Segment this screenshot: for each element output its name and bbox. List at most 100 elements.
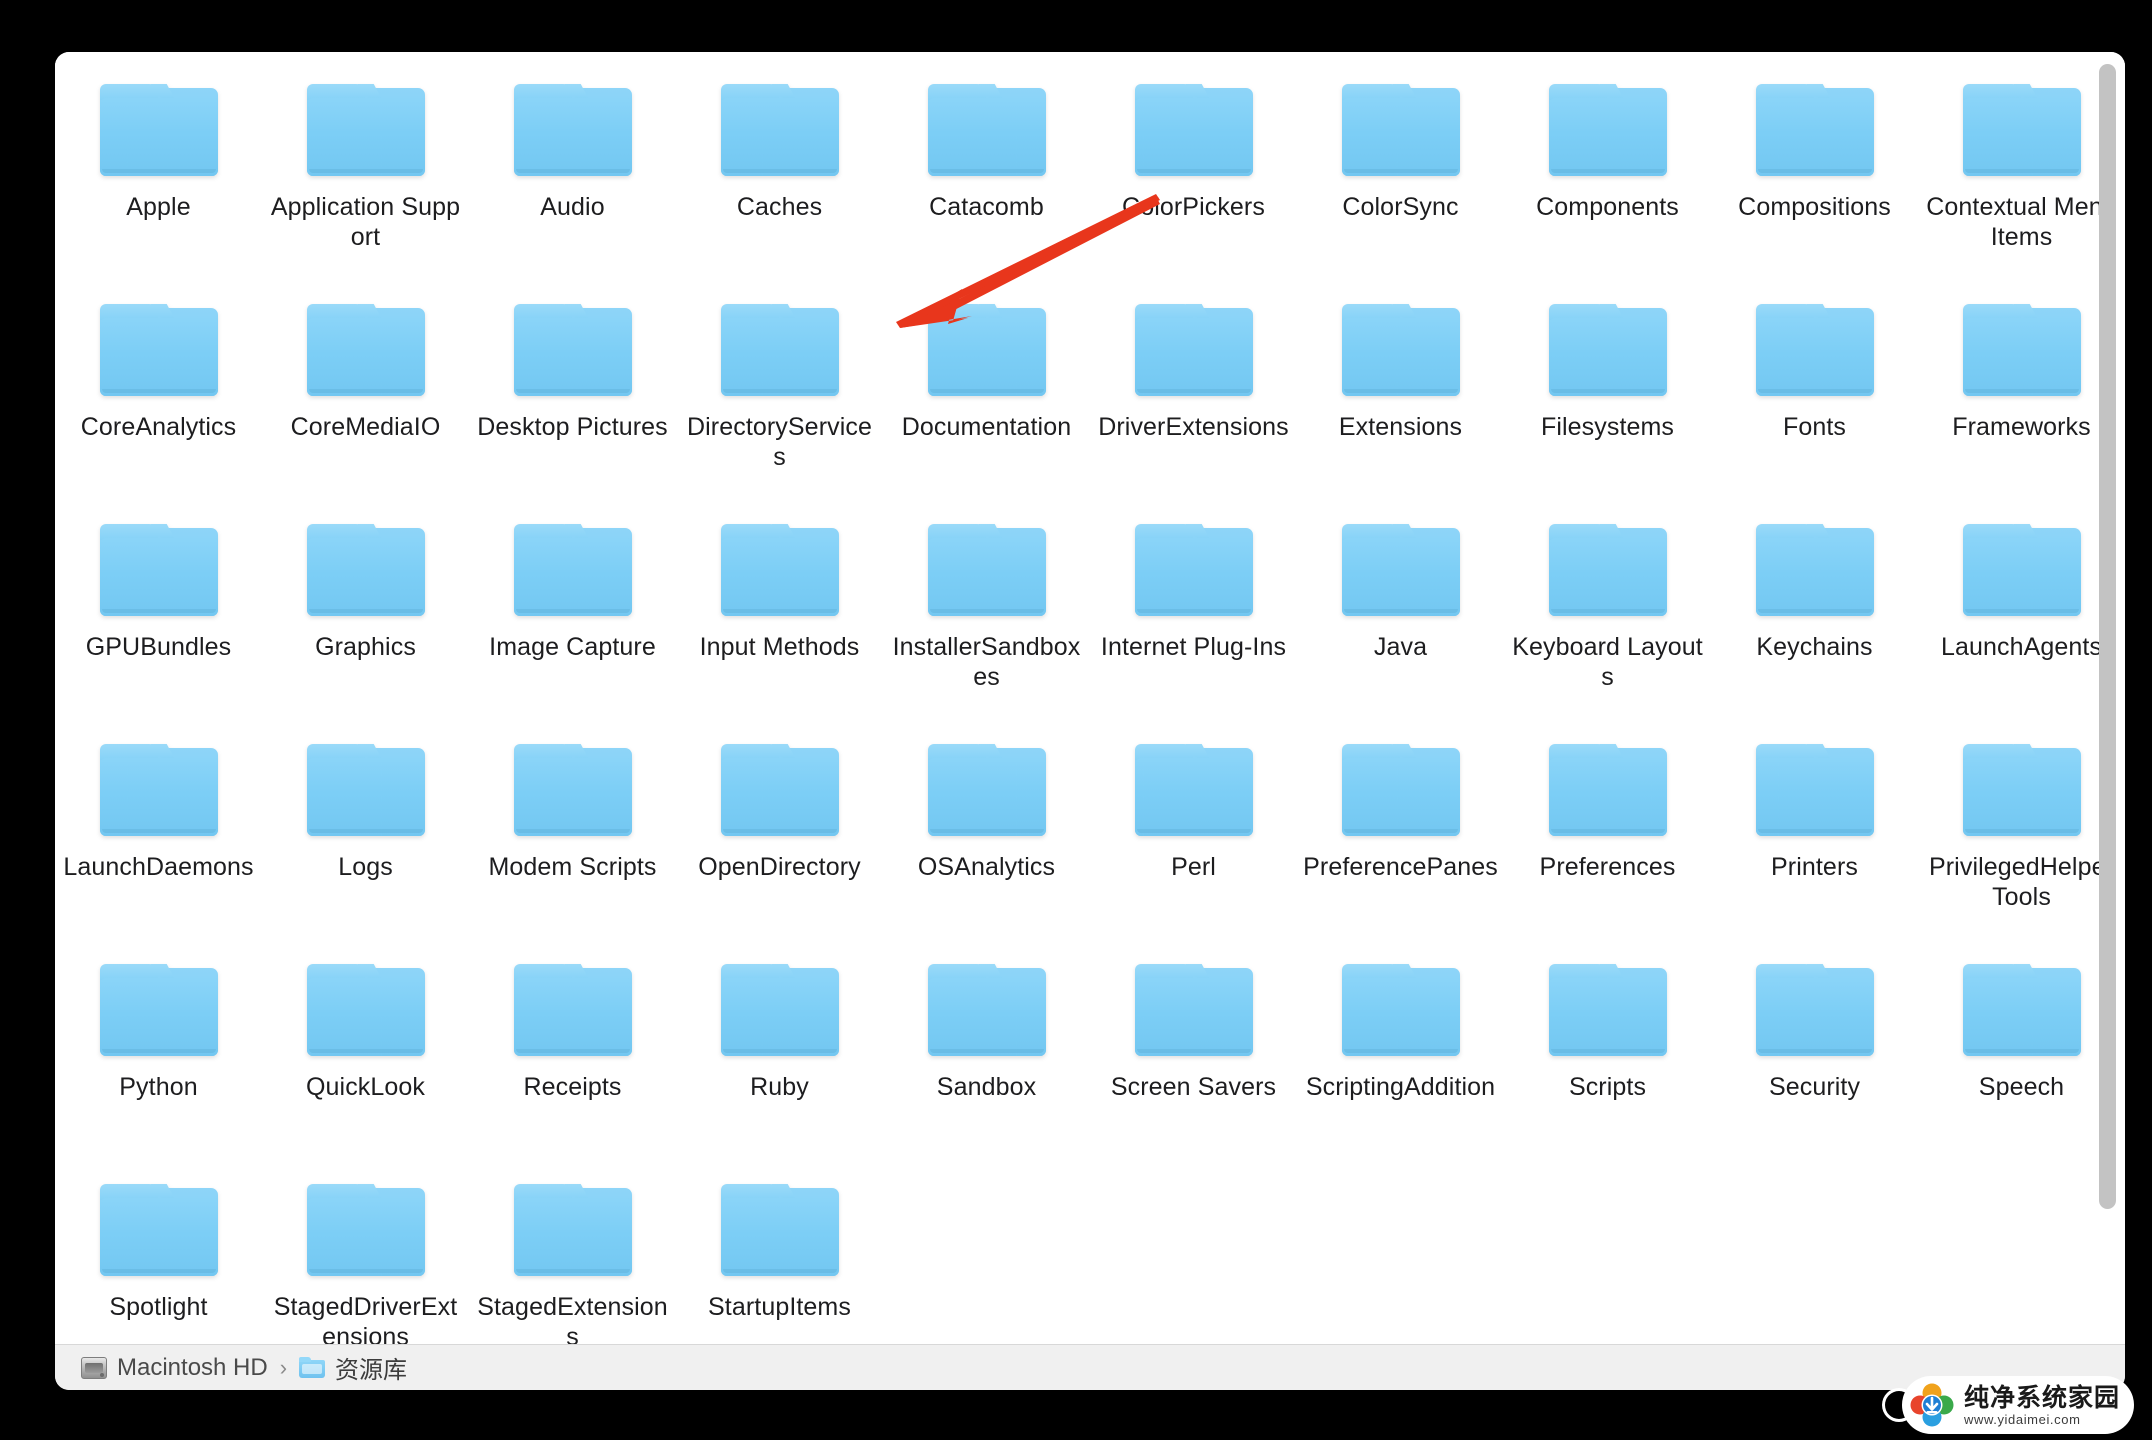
- folder-icon[interactable]: [513, 524, 632, 616]
- folder-icon[interactable]: [513, 84, 632, 176]
- folder-icon[interactable]: [1341, 744, 1460, 836]
- folder-item[interactable]: Modem Scripts: [469, 730, 676, 950]
- folder-item[interactable]: Preferences: [1504, 730, 1711, 950]
- folder-icon[interactable]: [306, 964, 425, 1056]
- folder-icon[interactable]: [1134, 524, 1253, 616]
- vertical-scrollbar-track[interactable]: [2099, 56, 2121, 1340]
- folder-item[interactable]: PreferencePanes: [1297, 730, 1504, 950]
- folder-item[interactable]: InstallerSandboxes: [883, 510, 1090, 730]
- folder-item[interactable]: Printers: [1711, 730, 1918, 950]
- folder-icon[interactable]: [99, 964, 218, 1056]
- folder-icon[interactable]: [720, 84, 839, 176]
- folder-icon[interactable]: [306, 84, 425, 176]
- folder-icon[interactable]: [1548, 524, 1667, 616]
- vertical-scrollbar-thumb[interactable]: [2099, 64, 2116, 1209]
- folder-icon[interactable]: [720, 744, 839, 836]
- folder-item[interactable]: Extensions: [1297, 290, 1504, 510]
- folder-item[interactable]: Receipts: [469, 950, 676, 1170]
- folder-icon[interactable]: [1134, 84, 1253, 176]
- breadcrumb-drive[interactable]: Macintosh HD: [117, 1354, 268, 1382]
- folder-icon[interactable]: [1755, 964, 1874, 1056]
- folder-item[interactable]: CoreAnalytics: [55, 290, 262, 510]
- folder-icon[interactable]: [1755, 524, 1874, 616]
- folder-icon[interactable]: [99, 744, 218, 836]
- folder-item[interactable]: GPUBundles: [55, 510, 262, 730]
- folder-icon[interactable]: [1962, 84, 2081, 176]
- folder-item[interactable]: Audio: [469, 70, 676, 290]
- breadcrumb-folder[interactable]: 资源库: [335, 1350, 407, 1385]
- folder-item[interactable]: DirectoryServices: [676, 290, 883, 510]
- folder-item[interactable]: Filesystems: [1504, 290, 1711, 510]
- folder-item[interactable]: Perl: [1090, 730, 1297, 950]
- folder-icon[interactable]: [1134, 744, 1253, 836]
- folder-icon[interactable]: [1755, 744, 1874, 836]
- folder-icon[interactable]: [306, 1184, 425, 1276]
- folder-item[interactable]: Components: [1504, 70, 1711, 290]
- folder-icon[interactable]: [1341, 304, 1460, 396]
- folder-icon[interactable]: [513, 304, 632, 396]
- folder-item[interactable]: Ruby: [676, 950, 883, 1170]
- folder-icon[interactable]: [927, 84, 1046, 176]
- folder-item[interactable]: Contextual Menu Items: [1918, 70, 2125, 290]
- folder-icon[interactable]: [306, 524, 425, 616]
- folder-item[interactable]: Desktop Pictures: [469, 290, 676, 510]
- folder-icon[interactable]: [720, 304, 839, 396]
- folder-item[interactable]: Application Support: [262, 70, 469, 290]
- folder-item[interactable]: Java: [1297, 510, 1504, 730]
- folder-item[interactable]: Internet Plug-Ins: [1090, 510, 1297, 730]
- folder-icon[interactable]: [1341, 524, 1460, 616]
- folder-icon[interactable]: [927, 744, 1046, 836]
- folder-icon[interactable]: [927, 964, 1046, 1056]
- folder-item[interactable]: Logs: [262, 730, 469, 950]
- folder-icon[interactable]: [1755, 304, 1874, 396]
- folder-item[interactable]: Screen Savers: [1090, 950, 1297, 1170]
- folder-item[interactable]: Python: [55, 950, 262, 1170]
- folder-icon[interactable]: [99, 1184, 218, 1276]
- folder-item[interactable]: Input Methods: [676, 510, 883, 730]
- folder-item[interactable]: StartupItems: [676, 1170, 883, 1344]
- folder-item[interactable]: Apple: [55, 70, 262, 290]
- folder-item[interactable]: Scripts: [1504, 950, 1711, 1170]
- folder-icon[interactable]: [1962, 964, 2081, 1056]
- folder-item[interactable]: StagedExtensions: [469, 1170, 676, 1344]
- folder-icon[interactable]: [927, 524, 1046, 616]
- folder-item[interactable]: Documentation: [883, 290, 1090, 510]
- folder-icon[interactable]: [927, 304, 1046, 396]
- folder-item[interactable]: CoreMediaIO: [262, 290, 469, 510]
- folder-item[interactable]: Image Capture: [469, 510, 676, 730]
- folder-icon[interactable]: [1962, 304, 2081, 396]
- folder-icon[interactable]: [1962, 744, 2081, 836]
- folder-icon[interactable]: [1548, 964, 1667, 1056]
- folder-item[interactable]: Sandbox: [883, 950, 1090, 1170]
- folder-item[interactable]: Keyboard Layouts: [1504, 510, 1711, 730]
- folder-icon[interactable]: [1548, 84, 1667, 176]
- folder-icon[interactable]: [306, 744, 425, 836]
- folder-item[interactable]: OpenDirectory: [676, 730, 883, 950]
- folder-icon[interactable]: [1755, 84, 1874, 176]
- folder-icon[interactable]: [1341, 964, 1460, 1056]
- folder-item[interactable]: DriverExtensions: [1090, 290, 1297, 510]
- folder-icon[interactable]: [720, 1184, 839, 1276]
- folder-item[interactable]: Compositions: [1711, 70, 1918, 290]
- folder-item[interactable]: Keychains: [1711, 510, 1918, 730]
- folder-icon[interactable]: [1548, 744, 1667, 836]
- folder-icon[interactable]: [513, 744, 632, 836]
- folder-icon[interactable]: [1548, 304, 1667, 396]
- icon-grid-view[interactable]: Apple Application Support Audio Caches Catac…: [55, 52, 2125, 1344]
- folder-item[interactable]: Fonts: [1711, 290, 1918, 510]
- folder-item[interactable]: PrivilegedHelperTools: [1918, 730, 2125, 950]
- folder-icon[interactable]: [1134, 964, 1253, 1056]
- folder-item[interactable]: LaunchDaemons: [55, 730, 262, 950]
- folder-item[interactable]: ColorPickers: [1090, 70, 1297, 290]
- folder-item[interactable]: StagedDriverExtensions: [262, 1170, 469, 1344]
- folder-icon[interactable]: [99, 84, 218, 176]
- folder-icon[interactable]: [513, 964, 632, 1056]
- folder-item[interactable]: Speech: [1918, 950, 2125, 1170]
- folder-item[interactable]: LaunchAgents: [1918, 510, 2125, 730]
- folder-icon[interactable]: [513, 1184, 632, 1276]
- folder-icon[interactable]: [99, 304, 218, 396]
- folder-item[interactable]: OSAnalytics: [883, 730, 1090, 950]
- folder-item[interactable]: Catacomb: [883, 70, 1090, 290]
- folder-icon[interactable]: [720, 964, 839, 1056]
- folder-item[interactable]: QuickLook: [262, 950, 469, 1170]
